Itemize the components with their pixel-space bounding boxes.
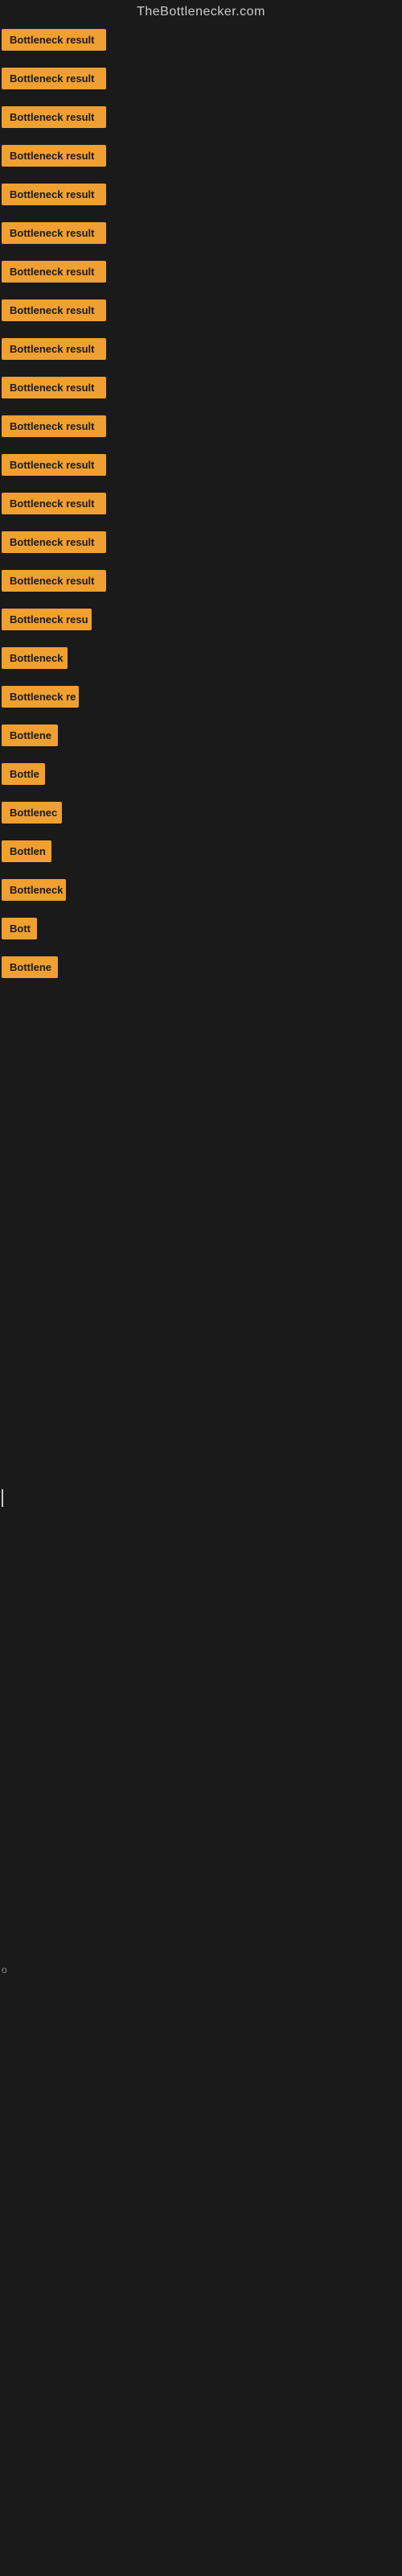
small-dot-indicator: o xyxy=(2,1964,7,1975)
bar-row: Bottleneck result xyxy=(2,293,402,332)
bottleneck-bar[interactable]: Bottlene xyxy=(2,724,58,746)
bar-row: Bottleneck result xyxy=(2,23,402,61)
bar-row: Bottleneck result xyxy=(2,216,402,254)
bottleneck-bar[interactable]: Bottleneck resu xyxy=(2,609,92,630)
bottleneck-bar[interactable]: Bottlen xyxy=(2,840,51,862)
bar-row: Bottleneck result xyxy=(2,61,402,100)
bottleneck-bar[interactable]: Bottleneck result xyxy=(2,68,106,89)
bar-row: Bottlenec xyxy=(2,795,402,834)
bar-row: Bottleneck result xyxy=(2,138,402,177)
bottleneck-bar[interactable]: Bottleneck result xyxy=(2,299,106,321)
bar-row: Bott xyxy=(2,911,402,950)
bar-row: Bottleneck result xyxy=(2,525,402,564)
bottleneck-bar[interactable]: Bottleneck xyxy=(2,647,68,669)
bar-row: Bottleneck re xyxy=(2,679,402,718)
bottleneck-bar[interactable]: Bottlenec xyxy=(2,802,62,824)
bottleneck-bar[interactable]: Bottleneck result xyxy=(2,106,106,128)
bar-row: Bottleneck xyxy=(2,873,402,911)
bar-row: Bottleneck result xyxy=(2,370,402,409)
bar-row: Bottleneck xyxy=(2,641,402,679)
bottleneck-bar[interactable]: Bottleneck result xyxy=(2,184,106,205)
bar-row: Bottleneck result xyxy=(2,409,402,448)
bar-row: Bottleneck result xyxy=(2,564,402,602)
bar-row: Bottleneck result xyxy=(2,448,402,486)
bottleneck-bar[interactable]: Bottleneck result xyxy=(2,454,106,476)
bar-row: Bottlene xyxy=(2,950,402,989)
bottleneck-bar[interactable]: Bottleneck re xyxy=(2,686,79,708)
bottleneck-bar[interactable]: Bottleneck result xyxy=(2,222,106,244)
bottleneck-bar[interactable]: Bottleneck result xyxy=(2,145,106,167)
bar-row: Bottle xyxy=(2,757,402,795)
bar-row: Bottleneck result xyxy=(2,100,402,138)
bottleneck-bar[interactable]: Bott xyxy=(2,918,37,939)
bar-row: Bottleneck result xyxy=(2,254,402,293)
bar-row: Bottlen xyxy=(2,834,402,873)
bottleneck-bar[interactable]: Bottlene xyxy=(2,956,58,978)
bottleneck-bar[interactable]: Bottleneck result xyxy=(2,29,106,51)
bottleneck-bar[interactable]: Bottleneck result xyxy=(2,415,106,437)
bottleneck-bar[interactable]: Bottleneck result xyxy=(2,570,106,592)
bar-row: Bottleneck result xyxy=(2,332,402,370)
site-title: TheBottlenecker.com xyxy=(0,0,402,23)
bottleneck-bar[interactable]: Bottleneck result xyxy=(2,493,106,514)
bar-row: Bottleneck resu xyxy=(2,602,402,641)
bar-row: Bottlene xyxy=(2,718,402,757)
bottleneck-bar[interactable]: Bottleneck result xyxy=(2,338,106,360)
bottleneck-bar[interactable]: Bottleneck result xyxy=(2,531,106,553)
bottleneck-bar[interactable]: Bottleneck result xyxy=(2,377,106,398)
bottleneck-bar[interactable]: Bottleneck result xyxy=(2,261,106,283)
cursor-indicator xyxy=(2,1489,3,1507)
bar-row: Bottleneck result xyxy=(2,486,402,525)
bar-row: Bottleneck result xyxy=(2,177,402,216)
bottleneck-bar[interactable]: Bottle xyxy=(2,763,45,785)
bottleneck-bar[interactable]: Bottleneck xyxy=(2,879,66,901)
